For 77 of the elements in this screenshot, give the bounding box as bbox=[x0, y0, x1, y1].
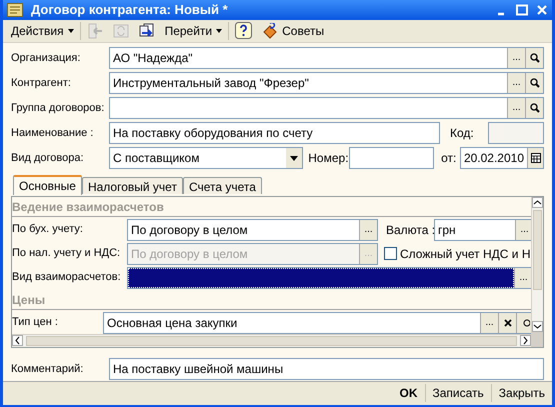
document-icon bbox=[7, 2, 23, 17]
select-button[interactable]: ... bbox=[507, 73, 525, 93]
field-label: Группа договоров: bbox=[11, 100, 106, 116]
scrollbar-corner bbox=[532, 332, 543, 346]
calendar-icon bbox=[530, 153, 540, 163]
select-button[interactable]: ... bbox=[480, 312, 498, 332]
select-button[interactable]: ... bbox=[515, 220, 531, 240]
refresh-icon bbox=[112, 22, 129, 38]
section-heading: Ведение взаиморасчетов bbox=[12, 198, 164, 216]
tab[interactable]: Счета учета bbox=[182, 176, 262, 194]
field-label: Код: bbox=[450, 125, 475, 142]
select-button[interactable]: ... bbox=[359, 220, 377, 240]
input-field[interactable]: По договору в целом ... bbox=[127, 218, 378, 240]
field-label: Тип цен : bbox=[12, 315, 59, 330]
input-field[interactable]: На поставку швейной машины bbox=[109, 358, 544, 380]
arrow-left-icon bbox=[86, 22, 103, 38]
caret-icon bbox=[68, 28, 74, 32]
field-label: По бух. учету: bbox=[12, 222, 84, 238]
arrow-up-icon bbox=[532, 196, 543, 208]
search-icon bbox=[530, 78, 540, 88]
field-label: Комментарий: bbox=[11, 362, 84, 377]
window-title: Договор контрагента: Новый * bbox=[31, 1, 229, 19]
arrow-right-icon bbox=[520, 335, 531, 346]
close-icon[interactable] bbox=[536, 4, 548, 16]
field-label: Вид договора: bbox=[11, 150, 85, 166]
input-field[interactable]: Инструментальный завод "Фрезер" ... bbox=[109, 72, 544, 94]
field-label: Наименование : bbox=[11, 126, 94, 141]
open-button[interactable] bbox=[516, 312, 531, 332]
tab[interactable]: Налоговый учет bbox=[82, 176, 183, 194]
field-label: от: bbox=[441, 150, 458, 167]
input-field[interactable]: ... bbox=[109, 97, 544, 119]
input-field[interactable] bbox=[488, 122, 544, 144]
search-icon bbox=[530, 103, 540, 113]
search-button[interactable] bbox=[525, 48, 543, 68]
selection-field[interactable]: ... bbox=[127, 266, 531, 288]
input-field[interactable]: грн ... bbox=[434, 218, 531, 240]
arrow-down-icon bbox=[532, 320, 543, 332]
search-button[interactable] bbox=[525, 98, 543, 118]
horizontal-scrollbar[interactable] bbox=[12, 334, 531, 346]
field-label: Валюта : bbox=[386, 222, 434, 238]
date-field[interactable]: 20.02.2010 bbox=[460, 147, 544, 169]
input-field[interactable]: АО "Надежда" ... bbox=[109, 47, 544, 69]
search-button[interactable] bbox=[525, 73, 543, 93]
select-button[interactable]: ... bbox=[507, 48, 525, 68]
field-label: Организация: bbox=[11, 50, 82, 66]
field-label: По нал. учету и НДС: bbox=[12, 246, 122, 262]
maximize-icon[interactable] bbox=[516, 4, 528, 16]
input-field[interactable] bbox=[348, 147, 434, 169]
input-field[interactable]: На поставку оборудования по счету bbox=[109, 122, 440, 144]
caret-icon bbox=[216, 28, 222, 32]
field-label: Вид взаиморасчетов: bbox=[12, 270, 122, 286]
section-heading: Цены bbox=[12, 292, 46, 308]
input-field[interactable]: Основная цена закупки ... bbox=[103, 312, 531, 334]
footer-button[interactable]: OK bbox=[392, 384, 424, 402]
tips-button[interactable]: Советы bbox=[258, 20, 328, 40]
book-icon bbox=[262, 22, 278, 38]
tab[interactable]: Основные bbox=[13, 174, 82, 194]
field-label: Номер: bbox=[308, 150, 349, 167]
select-button[interactable]: ... bbox=[514, 268, 531, 288]
close-icon bbox=[504, 318, 512, 326]
checkbox-label: Сложный учет НДС и Н bbox=[400, 246, 531, 262]
menu-button[interactable]: Действия bbox=[7, 20, 78, 40]
dropdown-field[interactable]: С поставщиком bbox=[109, 147, 304, 169]
footer-button[interactable]: Закрыть bbox=[492, 384, 552, 402]
arrow-left-icon bbox=[12, 335, 23, 346]
clear-button[interactable] bbox=[498, 312, 516, 332]
calendar-button[interactable] bbox=[527, 148, 543, 168]
vertical-scrollbar[interactable] bbox=[531, 196, 543, 346]
search-icon bbox=[530, 53, 540, 63]
document-arrow-icon bbox=[138, 22, 155, 38]
select-button[interactable]: ... bbox=[507, 98, 525, 118]
caret-icon bbox=[290, 156, 298, 160]
dropdown-button[interactable] bbox=[286, 148, 302, 168]
field-label: Контрагент: bbox=[11, 76, 72, 91]
footer-button[interactable]: Записать bbox=[426, 384, 491, 402]
help-icon bbox=[235, 22, 252, 39]
menu-button[interactable]: Перейти bbox=[160, 20, 226, 40]
